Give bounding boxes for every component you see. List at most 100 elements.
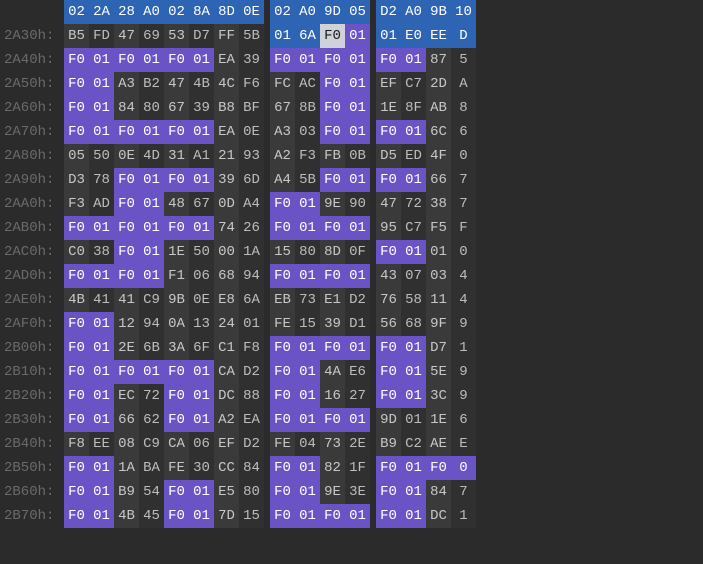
hex-byte[interactable]: F0	[164, 216, 189, 240]
hex-byte[interactable]: 01	[89, 96, 114, 120]
hex-byte[interactable]: 50	[89, 144, 114, 168]
hex-byte[interactable]: 2A	[89, 0, 114, 24]
hex-byte[interactable]: 2E	[345, 432, 370, 456]
hex-byte[interactable]: 04	[295, 432, 320, 456]
hex-byte[interactable]: E6	[345, 360, 370, 384]
hex-byte[interactable]: EE	[426, 24, 451, 48]
hex-byte[interactable]: 01	[401, 168, 426, 192]
hex-byte[interactable]: 01	[345, 24, 370, 48]
hex-byte[interactable]: 1A	[239, 240, 264, 264]
hex-byte[interactable]: 50	[189, 240, 214, 264]
hex-byte[interactable]: B9	[114, 480, 139, 504]
hex-byte[interactable]: F0	[270, 480, 295, 504]
hex-byte[interactable]: 80	[295, 240, 320, 264]
hex-byte[interactable]: 01	[189, 360, 214, 384]
hex-byte[interactable]: 43	[376, 264, 401, 288]
hex-byte[interactable]: F0	[320, 408, 345, 432]
hex-byte[interactable]: 01	[139, 48, 164, 72]
hex-byte[interactable]: 26	[239, 216, 264, 240]
hex-byte[interactable]: 41	[114, 288, 139, 312]
hex-byte[interactable]: 56	[376, 312, 401, 336]
hex-byte[interactable]: 9D	[376, 408, 401, 432]
hex-byte[interactable]: 01	[89, 216, 114, 240]
hex-byte[interactable]: 01	[89, 360, 114, 384]
hex-byte[interactable]: EE	[89, 432, 114, 456]
hex-byte[interactable]: F0	[64, 360, 89, 384]
hex-byte[interactable]: 7	[451, 480, 476, 504]
hex-byte[interactable]: 80	[139, 96, 164, 120]
hex-byte[interactable]: 4	[451, 288, 476, 312]
hex-byte[interactable]: F3	[64, 192, 89, 216]
hex-byte[interactable]: F0	[114, 360, 139, 384]
hex-byte[interactable]: 9	[451, 360, 476, 384]
hex-byte[interactable]: 6A	[239, 288, 264, 312]
hex-byte[interactable]: 01	[89, 384, 114, 408]
hex-byte[interactable]: 78	[89, 168, 114, 192]
hex-byte[interactable]: 01	[345, 120, 370, 144]
hex-byte[interactable]: 0F	[345, 240, 370, 264]
hex-byte[interactable]: 01	[345, 336, 370, 360]
hex-byte[interactable]: 67	[189, 192, 214, 216]
hex-byte[interactable]: 01	[345, 264, 370, 288]
hex-byte[interactable]: FE	[270, 432, 295, 456]
hex-byte[interactable]: F0	[114, 120, 139, 144]
hex-byte[interactable]: D3	[64, 168, 89, 192]
hex-byte[interactable]: 9B	[164, 288, 189, 312]
hex-byte[interactable]: C9	[139, 432, 164, 456]
hex-byte[interactable]: 01	[89, 336, 114, 360]
hex-byte[interactable]: 4B	[64, 288, 89, 312]
hex-byte[interactable]: 48	[164, 192, 189, 216]
hex-byte[interactable]: F1	[164, 264, 189, 288]
hex-byte[interactable]: 6	[451, 408, 476, 432]
hex-byte[interactable]: 2E	[114, 336, 139, 360]
hex-byte[interactable]: 01	[345, 72, 370, 96]
hex-byte[interactable]: EB	[270, 288, 295, 312]
hex-byte[interactable]: F0	[320, 72, 345, 96]
hex-byte[interactable]: F0	[114, 240, 139, 264]
hex-byte[interactable]: 58	[401, 288, 426, 312]
hex-byte[interactable]: 94	[139, 312, 164, 336]
hex-byte[interactable]: F0	[320, 216, 345, 240]
hex-byte[interactable]: F0	[64, 216, 89, 240]
hex-byte[interactable]: F0	[376, 480, 401, 504]
hex-byte[interactable]: FC	[270, 72, 295, 96]
hex-byte[interactable]: 15	[239, 504, 264, 528]
hex-byte[interactable]: 01	[139, 168, 164, 192]
hex-byte[interactable]: 4D	[139, 144, 164, 168]
hex-byte[interactable]: 7D	[214, 504, 239, 528]
hex-byte[interactable]: 68	[214, 264, 239, 288]
hex-byte[interactable]: 39	[189, 96, 214, 120]
hex-byte[interactable]: A0	[401, 0, 426, 24]
hex-byte[interactable]: D2	[345, 288, 370, 312]
hex-byte[interactable]: F3	[295, 144, 320, 168]
hex-byte[interactable]: F0	[64, 72, 89, 96]
hex-byte[interactable]: 00	[214, 240, 239, 264]
hex-byte[interactable]: F0	[64, 48, 89, 72]
hex-byte[interactable]: C9	[139, 288, 164, 312]
hex-byte[interactable]: 01	[295, 192, 320, 216]
hex-byte[interactable]: 3E	[345, 480, 370, 504]
hex-byte[interactable]: 69	[139, 24, 164, 48]
hex-byte[interactable]: F0	[320, 24, 345, 48]
hex-byte[interactable]: 01	[270, 24, 295, 48]
hex-byte[interactable]: F0	[426, 456, 451, 480]
hex-byte[interactable]: F0	[164, 120, 189, 144]
hex-byte[interactable]: F0	[270, 216, 295, 240]
hex-byte[interactable]: F0	[376, 168, 401, 192]
hex-byte[interactable]: 93	[239, 144, 264, 168]
hex-byte[interactable]: 82	[320, 456, 345, 480]
hex-byte[interactable]: F8	[239, 336, 264, 360]
hex-byte[interactable]: F0	[164, 384, 189, 408]
hex-byte[interactable]: FE	[164, 456, 189, 480]
hex-byte[interactable]: 01	[89, 408, 114, 432]
hex-byte[interactable]: 94	[239, 264, 264, 288]
hex-byte[interactable]: F0	[164, 504, 189, 528]
hex-byte[interactable]: 01	[139, 120, 164, 144]
hex-byte[interactable]: 01	[401, 336, 426, 360]
hex-editor-view[interactable]: 022A28A0028A8D0E02A09D05D2A09B102A30h:B5…	[0, 0, 476, 528]
hex-byte[interactable]: F0	[320, 264, 345, 288]
hex-byte[interactable]: D5	[376, 144, 401, 168]
hex-byte[interactable]: D7	[426, 336, 451, 360]
hex-byte[interactable]: F0	[270, 384, 295, 408]
hex-byte[interactable]: F0	[376, 336, 401, 360]
